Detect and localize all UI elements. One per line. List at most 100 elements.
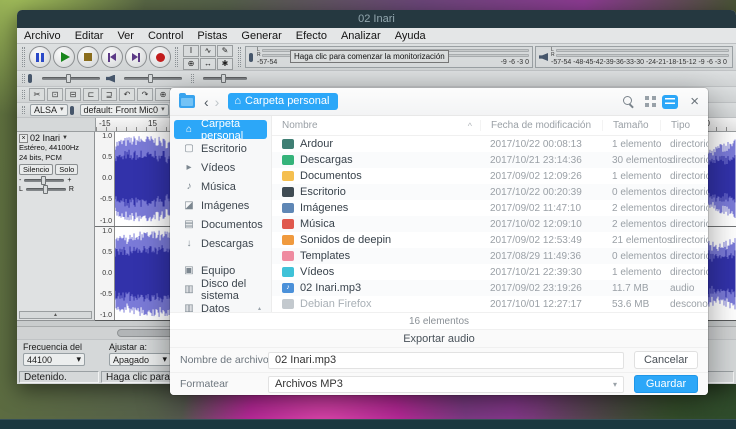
record-button[interactable] — [149, 46, 171, 68]
zoom-in-button[interactable]: ⊕ — [155, 88, 171, 101]
dock[interactable] — [0, 419, 736, 429]
solo-button[interactable]: Solo — [55, 164, 78, 175]
playback-speed-slider[interactable] — [203, 77, 247, 80]
menu-ayuda[interactable]: Ayuda — [388, 28, 433, 44]
redo-button[interactable]: ↷ — [137, 88, 153, 101]
back-button[interactable]: ‹ — [204, 95, 209, 109]
filename-input[interactable] — [268, 352, 624, 369]
pan-slider[interactable] — [26, 188, 66, 191]
stop-button[interactable] — [77, 46, 99, 68]
input-device-select[interactable]: default: Front Mic0 ▾ — [80, 104, 169, 116]
table-row[interactable]: Debian Firefox 2017/10/01 12:27:17 53.6 … — [272, 296, 708, 312]
grid-view-icon[interactable] — [645, 96, 656, 107]
meter-bar — [556, 49, 729, 52]
column-header-nombre[interactable]: Nombre ^ — [272, 120, 480, 131]
zoom-tool[interactable]: ⊕ — [183, 58, 199, 70]
dialog-header[interactable]: ‹ › ⌂ Carpeta personal × — [170, 88, 708, 116]
table-row[interactable]: Imágenes 2017/09/02 11:47:10 2 elementos… — [272, 200, 708, 216]
forward-button[interactable]: › — [215, 95, 220, 109]
column-header-fecha[interactable]: Fecha de modificación — [480, 120, 602, 131]
track-menu-caret[interactable]: ▼ — [62, 135, 68, 141]
track-collapse-button[interactable]: ▲ — [19, 311, 92, 319]
multi-tool[interactable]: ✱ — [217, 58, 233, 70]
toolbar-grip[interactable] — [191, 74, 194, 83]
menubar: Archivo Editar Ver Control Pistas Genera… — [17, 28, 736, 44]
copy-button[interactable]: ⊡ — [47, 88, 63, 101]
toolbar-grip[interactable] — [22, 74, 25, 83]
recording-meter[interactable]: L R -57-54 -9 -6 -3 0 Haga clic para com… — [245, 46, 533, 68]
computer-icon: ▣ — [183, 265, 195, 276]
output-volume-slider[interactable] — [124, 77, 182, 80]
sidebar-item-imagenes[interactable]: ◪ Imágenes — [174, 196, 267, 215]
cancel-button[interactable]: Cancelar — [634, 351, 698, 369]
snap-select[interactable]: Apagado ▾ — [109, 353, 171, 366]
table-row[interactable]: Templates 2017/08/29 11:49:36 0 elemento… — [272, 248, 708, 264]
table-row[interactable]: Sonidos de deepin 2017/09/02 12:53:49 21… — [272, 232, 708, 248]
table-row[interactable]: ♪ 02 Inari.mp3 2017/09/02 23:19:26 11.7 … — [272, 280, 708, 296]
menu-pistas[interactable]: Pistas — [190, 28, 234, 44]
table-row[interactable]: Documentos 2017/09/02 12:09:26 1 element… — [272, 168, 708, 184]
trim-button[interactable]: ⊏ — [83, 88, 99, 101]
table-row[interactable]: Música 2017/10/02 12:09:10 2 elementos d… — [272, 216, 708, 232]
sidebar-item-musica[interactable]: ♪ Música — [174, 177, 267, 196]
toolbar-grip[interactable] — [22, 47, 25, 67]
pause-button[interactable] — [29, 46, 51, 68]
search-icon[interactable] — [623, 96, 635, 108]
play-button[interactable] — [53, 46, 75, 68]
eject-icon[interactable]: ▴ — [258, 305, 261, 312]
breadcrumb[interactable]: ⌂ Carpeta personal — [228, 93, 338, 110]
sidebar-item-videos[interactable]: ▸ Vídeos — [174, 158, 267, 177]
sidebar-item-documentos[interactable]: ▤ Documentos — [174, 215, 267, 234]
project-rate-select[interactable]: 44100 ▾ — [23, 353, 85, 366]
menu-editar[interactable]: Editar — [68, 28, 111, 44]
table-row[interactable]: Escritorio 2017/10/22 00:20:39 0 element… — [272, 184, 708, 200]
sidebar-item-escritorio[interactable]: ▢ Escritorio — [174, 139, 267, 158]
track-title[interactable]: 02 Inari — [30, 133, 60, 143]
vertical-scale[interactable]: 1.0 0.5 0.0 -0.5 -1.0 — [95, 227, 115, 321]
toolbar-grip[interactable] — [22, 90, 25, 99]
table-row[interactable]: Ardour 2017/10/22 00:08:13 1 elemento di… — [272, 136, 708, 152]
menu-efecto[interactable]: Efecto — [289, 28, 334, 44]
sidebar-item-carpeta-personal[interactable]: ⌂ Carpeta personal — [174, 120, 267, 139]
mute-button[interactable]: Silencio — [19, 164, 53, 175]
timeshift-tool[interactable]: ↔ — [200, 58, 216, 70]
track-close-button[interactable]: × — [19, 134, 28, 143]
paste-button[interactable]: ⊟ — [65, 88, 81, 101]
draw-tool[interactable]: ✎ — [217, 45, 233, 57]
window-titlebar[interactable]: 02 Inari — [17, 10, 736, 28]
audio-host-select[interactable]: ALSA ▾ — [30, 104, 68, 116]
skip-start-button[interactable] — [101, 46, 123, 68]
music-icon: ♪ — [183, 181, 195, 192]
pictures-icon: ◪ — [183, 200, 195, 211]
menu-generar[interactable]: Generar — [234, 28, 288, 44]
save-button[interactable]: Guardar — [634, 375, 698, 393]
track-control-panel[interactable]: × 02 Inari ▼ Estéreo, 44100Hz 24 bits, P… — [17, 132, 95, 321]
envelope-tool[interactable]: ∿ — [200, 45, 216, 57]
close-icon[interactable]: × — [690, 95, 699, 109]
menu-control[interactable]: Control — [141, 28, 190, 44]
sidebar-item-descargas[interactable]: ↓ Descargas — [174, 234, 267, 253]
toolbar-grip[interactable] — [22, 106, 25, 114]
selection-tool[interactable]: I — [183, 45, 199, 57]
menu-ver[interactable]: Ver — [110, 28, 141, 44]
menu-archivo[interactable]: Archivo — [17, 28, 68, 44]
table-row[interactable]: Descargas 2017/10/21 23:14:36 30 element… — [272, 152, 708, 168]
sidebar-item-disco-del-sistema[interactable]: ▥ Disco del sistema — [174, 280, 267, 299]
undo-button[interactable]: ↶ — [119, 88, 135, 101]
vertical-scale[interactable]: 1.0 0.5 0.0 -0.5 -1.0 — [95, 132, 115, 226]
monitoring-message[interactable]: Haga clic para comenzar la monitorizació… — [290, 50, 449, 63]
input-volume-slider[interactable] — [42, 77, 100, 80]
table-row[interactable]: Vídeos 2017/10/21 22:39:30 1 elemento di… — [272, 264, 708, 280]
menu-analizar[interactable]: Analizar — [334, 28, 388, 44]
column-header-tipo[interactable]: Tipo — [660, 120, 708, 131]
skip-end-button[interactable] — [125, 46, 147, 68]
toolbar-grip[interactable] — [175, 47, 178, 67]
gain-slider[interactable] — [24, 179, 64, 182]
list-view-icon[interactable] — [662, 95, 678, 109]
cut-button[interactable]: ✂ — [29, 88, 45, 101]
format-select[interactable]: Archivos MP3 ▾ — [268, 376, 624, 393]
toolbar-grip[interactable] — [238, 47, 241, 67]
column-header-tamano[interactable]: Tamaño — [602, 120, 660, 131]
silence-button[interactable]: ⊒ — [101, 88, 117, 101]
playback-meter[interactable]: L R -57-54 -48-45-42-39-36-33-30 -24-21-… — [535, 46, 733, 68]
